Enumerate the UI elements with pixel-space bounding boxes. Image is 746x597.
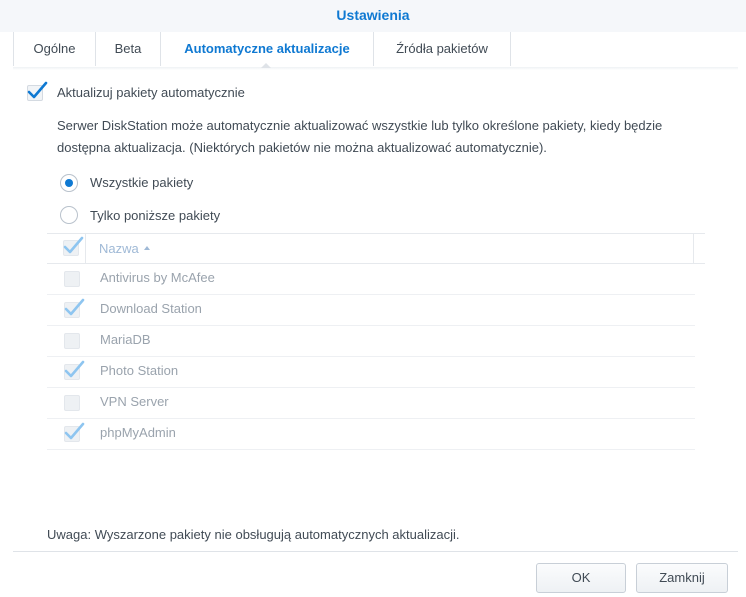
row-checkbox[interactable]	[64, 395, 80, 411]
column-header-name-label: Nazwa	[99, 241, 139, 256]
grid-header: Nazwa	[47, 233, 705, 264]
tab-divider	[13, 67, 738, 70]
radio-all-packages[interactable]	[60, 174, 78, 192]
tab-package-sources[interactable]: Źródła pakietów	[373, 32, 511, 66]
settings-dialog: Ustawienia Ogólne Beta Automatyczne aktu…	[0, 0, 746, 597]
radio-selected-packages-label: Tylko poniższe pakiety	[90, 208, 221, 223]
tab-bar: Ogólne Beta Automatyczne aktualizacje Źr…	[13, 32, 738, 68]
radio-all-packages-label: Wszystkie pakiety	[90, 175, 194, 190]
table-row[interactable]: MariaDB	[47, 325, 695, 357]
column-header-name[interactable]: Nazwa	[99, 241, 150, 256]
row-checkbox[interactable]	[64, 422, 85, 442]
package-name: MariaDB	[100, 332, 151, 347]
row-checkbox[interactable]	[64, 333, 80, 349]
active-tab-indicator	[261, 63, 271, 68]
package-name: Photo Station	[100, 363, 179, 378]
checkmark-icon	[64, 422, 85, 440]
note-text: Uwaga: Wyszarzone pakiety nie obsługują …	[47, 527, 460, 542]
sort-ascending-icon	[143, 245, 150, 250]
package-name: phpMyAdmin	[100, 425, 176, 440]
window-title: Ustawienia	[336, 7, 410, 23]
checkmark-icon	[64, 360, 85, 378]
table-row[interactable]: Antivirus by McAfee	[47, 263, 695, 295]
package-name: VPN Server	[100, 394, 169, 409]
package-name: Antivirus by McAfee	[100, 270, 215, 285]
close-button[interactable]: Zamknij	[636, 563, 728, 593]
tab-general[interactable]: Ogólne	[13, 32, 95, 66]
column-separator	[85, 234, 86, 263]
tab-beta[interactable]: Beta	[95, 32, 160, 66]
table-row[interactable]: Download Station	[47, 294, 695, 326]
table-row[interactable]: VPN Server	[47, 387, 695, 419]
checkmark-icon	[27, 81, 48, 99]
checkmark-icon	[63, 236, 84, 254]
row-checkbox[interactable]	[64, 271, 80, 287]
select-all-checkbox[interactable]	[63, 236, 84, 256]
checkmark-icon	[64, 298, 85, 316]
row-checkbox[interactable]	[64, 298, 85, 318]
radio-selected-packages[interactable]	[60, 206, 78, 224]
tab-auto-updates[interactable]: Automatyczne aktualizacje	[160, 32, 373, 66]
auto-update-label: Aktualizuj pakiety automatycznie	[57, 85, 245, 100]
ok-button[interactable]: OK	[536, 563, 626, 593]
description-text: Serwer DiskStation może automatycznie ak…	[57, 118, 663, 155]
table-row[interactable]: phpMyAdmin	[47, 418, 695, 450]
table-row[interactable]: Photo Station	[47, 356, 695, 388]
row-checkbox[interactable]	[64, 360, 85, 380]
footer-divider	[13, 551, 738, 552]
title-bar[interactable]: Ustawienia	[0, 0, 746, 32]
package-name: Download Station	[100, 301, 202, 316]
column-separator	[693, 234, 694, 263]
auto-update-checkbox[interactable]	[27, 81, 48, 101]
